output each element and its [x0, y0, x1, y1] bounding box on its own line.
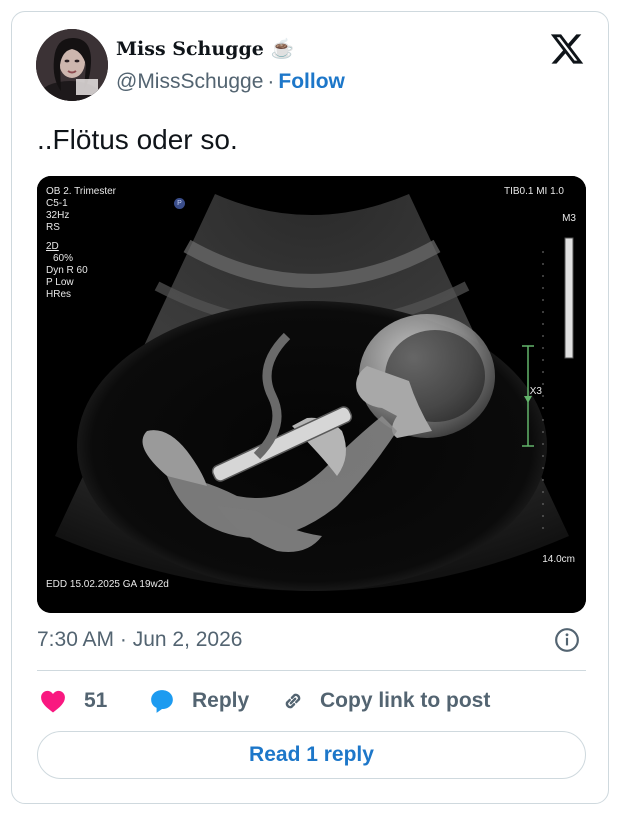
ultrasound-overlay-left: OB 2. Trimester C5-1 32Hz RS 2D 60% Dyn … [46, 186, 116, 301]
overlay-line: 32Hz [46, 210, 70, 221]
overlay-line: HRes [46, 289, 72, 300]
tweet-card: Miss Schugge ☕ @MissSchugge · Follow ..Flö… [11, 11, 609, 804]
handle-row: @MissSchugge · Follow [116, 70, 345, 94]
like-count: 51 [84, 689, 108, 712]
tweet-media[interactable]: OB 2. Trimester C5-1 32Hz RS 2D 60% Dyn … [37, 176, 586, 613]
info-icon[interactable] [554, 627, 580, 653]
link-icon [285, 693, 301, 709]
overlay-line: 2D [46, 241, 59, 252]
divider [37, 670, 586, 671]
display-name-text: Miss Schugge [116, 38, 264, 60]
overlay-x3: X3 [529, 386, 542, 397]
overlay-depth: 14.0cm [542, 554, 575, 565]
reply-label: Reply [192, 689, 250, 712]
overlay-tib-mi: TIB0.1 MI 1.0 [503, 186, 564, 197]
avatar[interactable] [36, 29, 108, 101]
copy-link-label: Copy link to post [320, 689, 491, 712]
tweet-text: ..Flötus oder so. [37, 124, 238, 155]
heart-icon [41, 690, 65, 713]
probe-marker: P [174, 198, 185, 209]
reply-button[interactable]: Reply [149, 687, 249, 715]
display-name[interactable]: Miss Schugge ☕ [116, 37, 294, 60]
overlay-m3: M3 [562, 213, 576, 224]
overlay-line: 60% [53, 253, 74, 264]
overlay-line: Dyn R 60 [46, 265, 88, 276]
handle[interactable]: @MissSchugge [116, 70, 263, 93]
name-emoji-icon: ☕ [270, 38, 295, 60]
overlay-edd: EDD 15.02.2025 GA 19w2d [46, 579, 169, 590]
speech-bubble-icon [151, 690, 173, 713]
timestamp[interactable]: 7:30 AM · Jun 2, 2026 [37, 628, 242, 652]
overlay-line: OB 2. Trimester [46, 186, 117, 197]
like-button[interactable]: 51 [40, 687, 107, 715]
overlay-line: P Low [46, 277, 74, 288]
read-replies-button[interactable]: Read 1 reply [37, 731, 586, 779]
overlay-line: RS [46, 222, 60, 233]
follow-button[interactable]: Follow [278, 70, 345, 93]
ultrasound-image [37, 176, 586, 613]
copy-link-button[interactable]: Copy link to post [280, 687, 490, 715]
separator-dot: · [267, 70, 275, 93]
x-logo-icon[interactable] [549, 31, 585, 67]
overlay-line: C5-1 [46, 198, 68, 209]
